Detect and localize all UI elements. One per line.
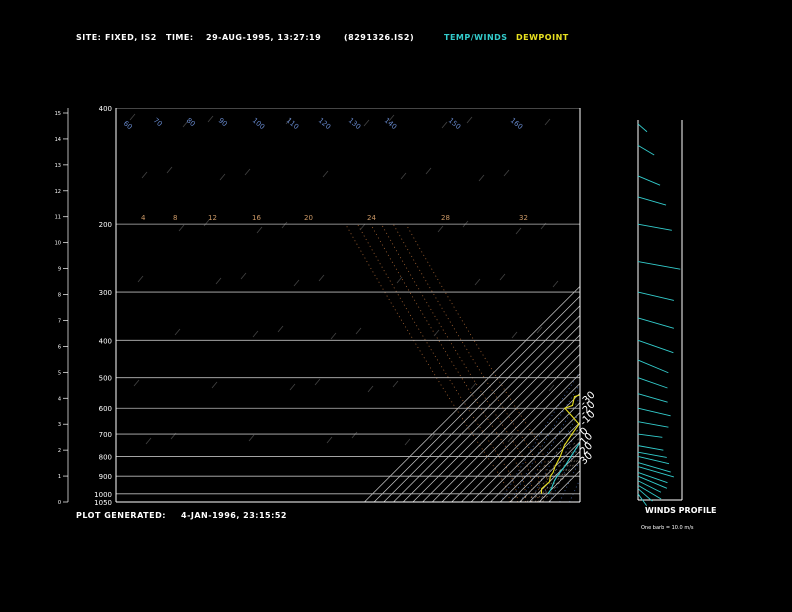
wind-vector: [637, 123, 648, 133]
wind-vector: [637, 377, 668, 389]
wind-vector: [637, 407, 671, 417]
wind-vector: [637, 317, 674, 329]
wind-vector: [637, 480, 662, 493]
wind-profile-title: WINDS PROFILE: [645, 506, 717, 515]
wind-vector: [637, 339, 674, 354]
wind-vector: [637, 261, 681, 270]
wind-vector: [637, 421, 669, 428]
wind-vector: [637, 359, 669, 374]
wind-vector: [637, 475, 668, 489]
wind-vector: [637, 145, 655, 156]
wind-profile-panel: WINDS PROFILE One barb = 10.0 m/s: [637, 120, 717, 531]
wind-vector: [637, 433, 663, 438]
wind-vector: [637, 223, 672, 231]
wind-vector: [637, 455, 670, 465]
wind-vector: [637, 451, 667, 458]
wind-vector: [637, 488, 653, 502]
wind-vector: [637, 291, 674, 301]
wind-vector: [637, 196, 667, 206]
wind-vector: [637, 462, 671, 473]
wind-vector: [637, 393, 668, 403]
wind-vector: [637, 445, 664, 451]
wind-profile-note: One barb = 10.0 m/s: [641, 525, 694, 531]
wind-vector: [637, 175, 661, 186]
